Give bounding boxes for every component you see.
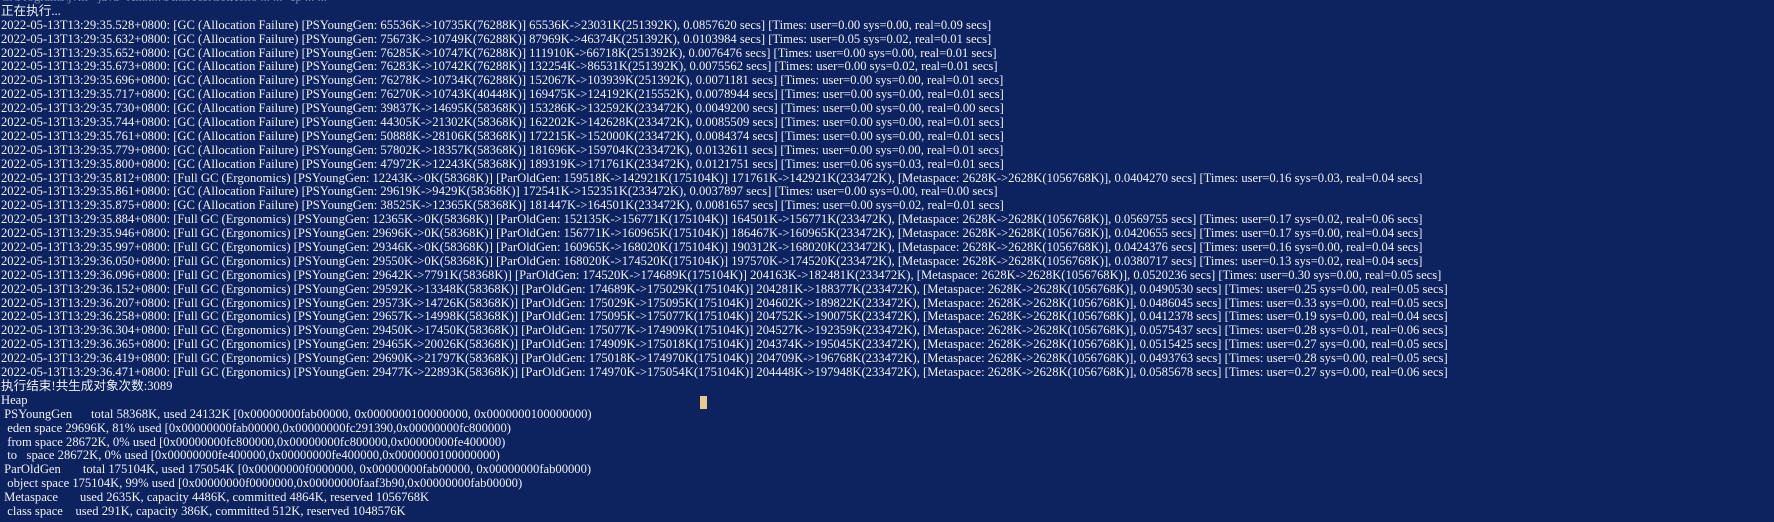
output-line: 2022-05-13T13:29:35.528+0800: [GC (Alloc… [1,17,992,32]
output-line: eden space 29696K, 81% used [0x00000000f… [1,420,511,435]
output-line: 2022-05-13T13:29:36.471+0800: [Full GC (… [1,365,1448,380]
output-line: 2022-05-13T13:29:35.632+0800: [GC (Alloc… [1,31,992,46]
output-line: 2022-05-13T13:29:36.096+0800: [Full GC (… [1,267,1442,282]
output-line: from space 28672K, 0% used [0x00000000fc… [1,434,506,449]
output-line: 2022-05-13T13:29:35.812+0800: [Full GC (… [1,170,1423,185]
output-line: 正在执行... [1,3,61,18]
output-line: 2022-05-13T13:29:35.744+0800: [GC (Alloc… [1,115,1004,130]
output-line: 2022-05-13T13:29:35.717+0800: [GC (Alloc… [1,87,1004,102]
output-line: 2022-05-13T13:29:36.050+0800: [Full GC (… [1,253,1423,268]
output-line: 执行结束!共生成对象次数:3089 [1,378,173,393]
output-line: 2022-05-13T13:29:36.152+0800: [Full GC (… [1,281,1448,296]
output-line: 2022-05-13T13:29:35.800+0800: [GC (Alloc… [1,156,1004,171]
output-line: ParOldGen total 175104K, used 175054K [0… [1,462,592,477]
output-line: 2022-05-13T13:29:36.365+0800: [Full GC (… [1,337,1448,352]
output-line: Metaspace used 2635K, capacity 4486K, co… [1,490,430,505]
output-line: 2022-05-13T13:29:35.673+0800: [GC (Alloc… [1,59,998,74]
output-line: PSYoungGen total 58368K, used 24132K [0x… [1,406,592,421]
text-cursor [700,396,707,409]
output-line: object space 175104K, 99% used [0x000000… [1,476,523,491]
output-line: to space 28672K, 0% used [0x00000000fe40… [1,448,500,463]
output-line: 2022-05-13T13:29:35.861+0800: [GC (Alloc… [1,184,998,199]
output-line: 2022-05-13T13:29:35.730+0800: [GC (Alloc… [1,101,1004,116]
output-line: 2022-05-13T13:29:35.761+0800: [GC (Alloc… [1,128,1004,143]
output-line: 2022-05-13T13:29:35.884+0800: [Full GC (… [1,212,1423,227]
output-line: class space used 291K, capacity 386K, co… [1,503,406,518]
output-line: 2022-05-13T13:29:36.207+0800: [Full GC (… [1,295,1448,310]
output-line: 2022-05-13T13:29:35.875+0800: [GC (Alloc… [1,198,1004,213]
output-line: 2022-05-13T13:29:36.419+0800: [Full GC (… [1,351,1448,366]
output-line: 2022-05-13T13:29:35.779+0800: [GC (Alloc… [1,142,1004,157]
terminal-output: C:\Programs\jvm> java -Xmx...\FinalTestG… [1,0,1774,519]
output-line: 2022-05-13T13:29:35.946+0800: [Full GC (… [1,226,1423,241]
terminal-window[interactable]: C:\Programs\jvm> java -Xmx...\FinalTestG… [0,0,1774,522]
output-line: 2022-05-13T13:29:35.997+0800: [Full GC (… [1,240,1423,255]
output-line: 2022-05-13T13:29:35.652+0800: [GC (Alloc… [1,45,997,60]
output-line: Heap [1,392,28,407]
output-line: 2022-05-13T13:29:36.258+0800: [Full GC (… [1,309,1448,324]
output-line: 2022-05-13T13:29:36.304+0800: [Full GC (… [1,323,1448,338]
output-line: 2022-05-13T13:29:35.696+0800: [GC (Alloc… [1,73,1004,88]
